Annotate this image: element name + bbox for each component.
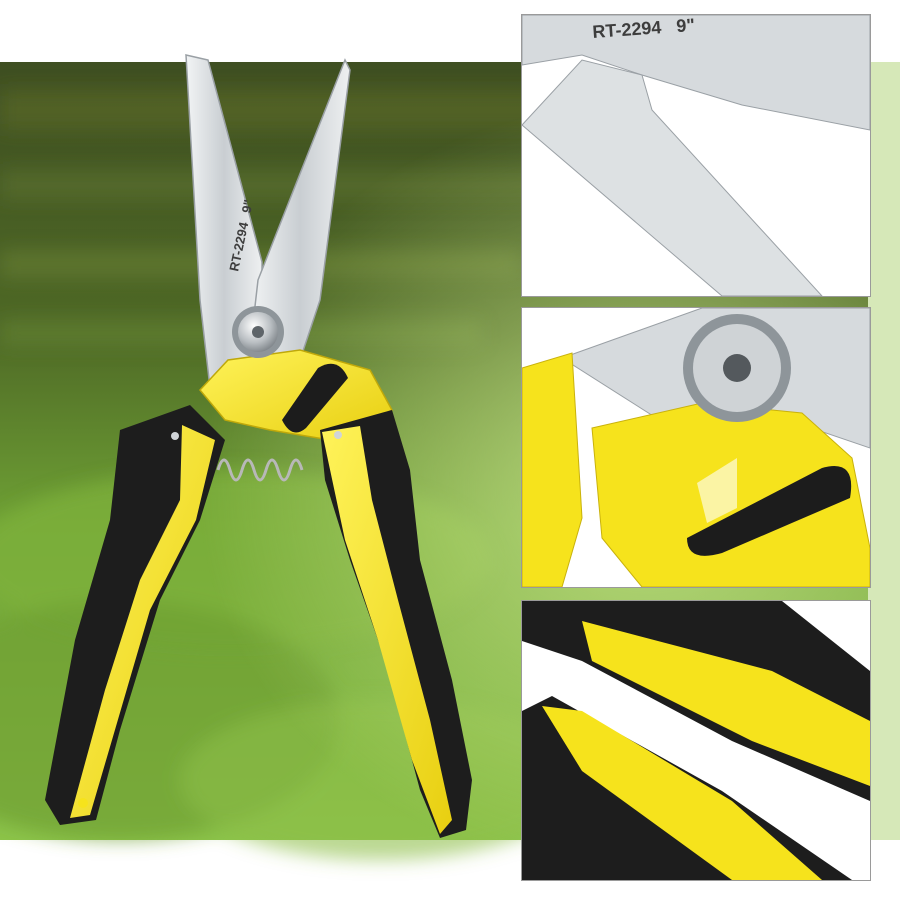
blade-closeup-inset: RT-2294 9" [521, 14, 871, 297]
pivot-bolt [232, 306, 284, 358]
handle-grip-closeup-inset [521, 600, 871, 881]
closeup-size-engraving: 9" [676, 15, 696, 36]
pivot-lock-closeup-inset [521, 307, 871, 588]
closeup-pivot-bolt [683, 314, 791, 422]
